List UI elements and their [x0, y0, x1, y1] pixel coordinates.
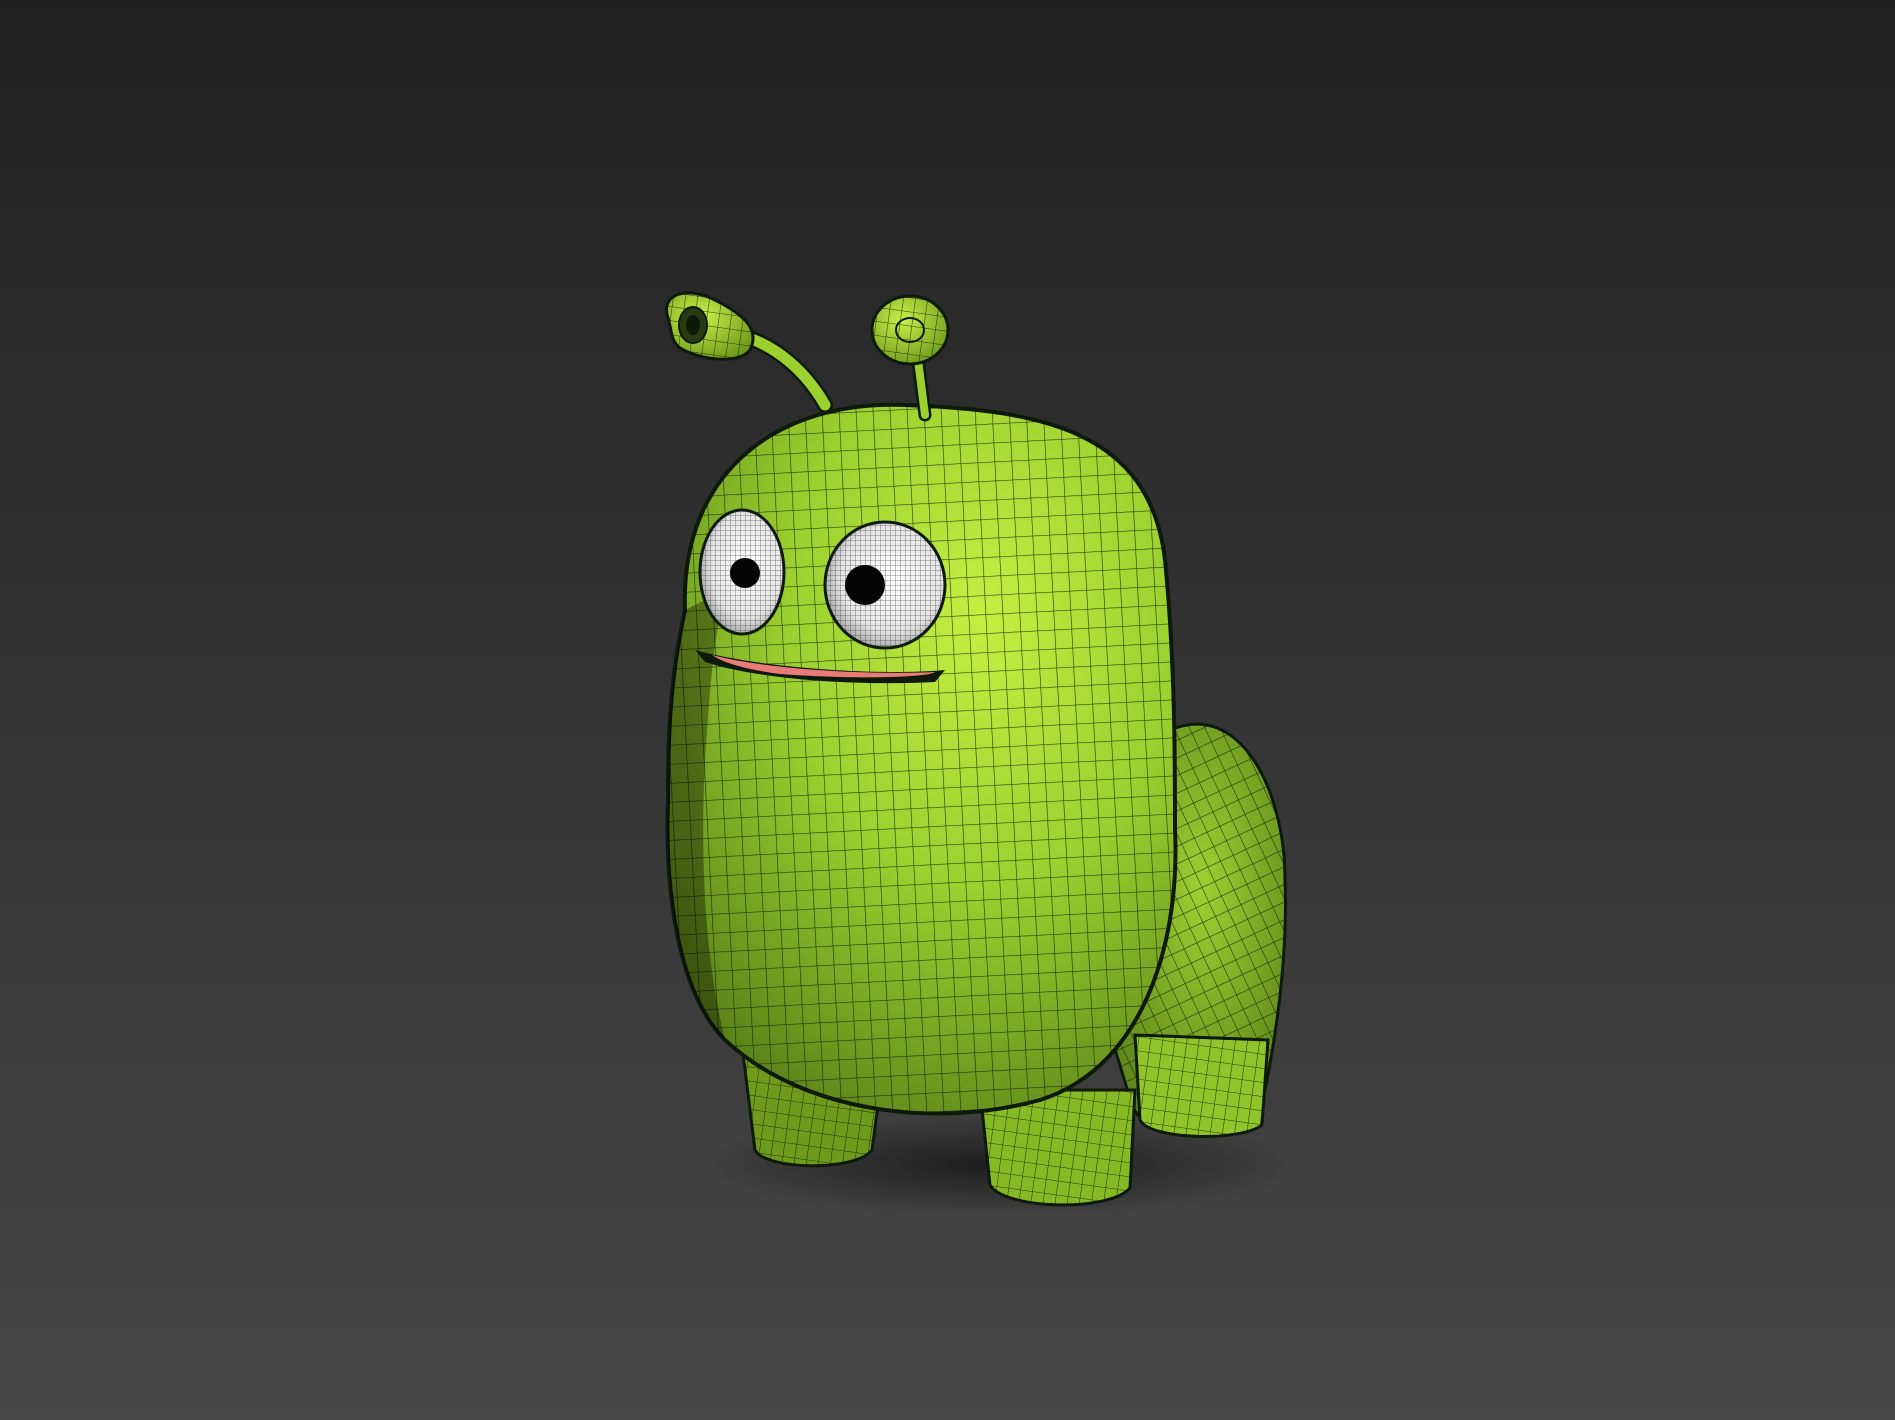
right-eye	[823, 520, 947, 650]
render-scene	[0, 0, 1895, 1420]
left-eye	[698, 508, 786, 636]
right-antenna-bulb	[870, 294, 950, 366]
3d-viewport	[0, 0, 1895, 1420]
right-pupil	[845, 565, 885, 605]
left-pupil	[730, 558, 760, 588]
back-leg	[1133, 1033, 1270, 1138]
